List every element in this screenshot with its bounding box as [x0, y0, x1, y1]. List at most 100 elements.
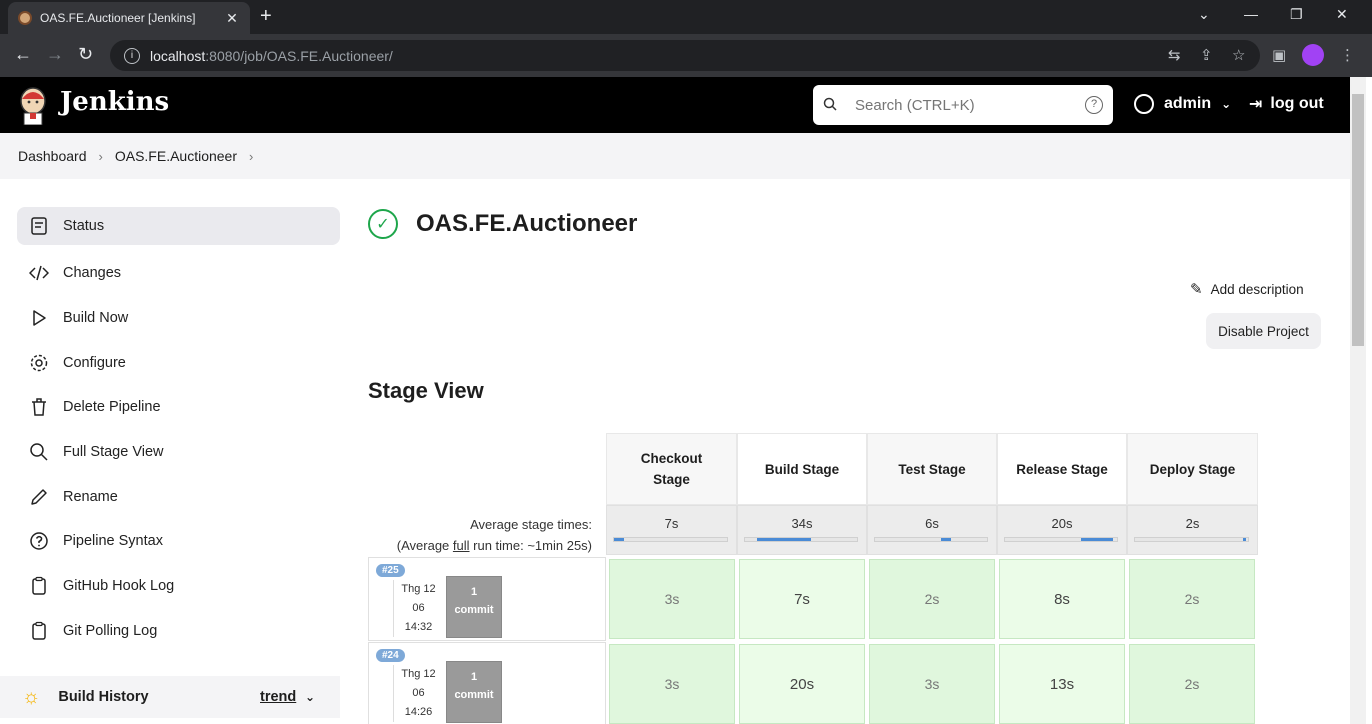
- sidebar-item-label: Status: [63, 218, 105, 234]
- stage-name: Stage: [653, 472, 690, 487]
- avg-time: 2s: [1185, 516, 1200, 531]
- avg-cell-checkout: 7s: [606, 505, 737, 555]
- code-icon: [29, 266, 49, 281]
- gear-icon: [30, 354, 48, 371]
- commit-count-box[interactable]: 1 commit: [446, 661, 502, 723]
- commit-count-box[interactable]: 1 commit: [446, 576, 502, 638]
- sidebar-item-git-polling-log[interactable]: Git Polling Log: [17, 609, 340, 654]
- build-number-badge[interactable]: #25: [376, 564, 405, 577]
- address-bar[interactable]: i localhost:8080/job/OAS.FE.Auctioneer/: [110, 40, 1260, 71]
- build-number-badge[interactable]: #24: [376, 649, 405, 662]
- logout-link[interactable]: ⇥ log out: [1249, 94, 1324, 114]
- stage-cell[interactable]: 3s: [869, 644, 995, 724]
- url-host: localhost: [150, 47, 206, 64]
- stage-cell[interactable]: 3s: [609, 644, 735, 724]
- stage-name: Test Stage: [898, 461, 966, 477]
- trend-link[interactable]: trend: [260, 689, 296, 705]
- share-icon[interactable]: ⇪: [1200, 46, 1213, 64]
- url-path: :8080/job/OAS.FE.Auctioneer/: [205, 47, 393, 64]
- stage-cell[interactable]: 8s: [999, 559, 1125, 639]
- translate-icon[interactable]: ⇆: [1168, 46, 1181, 64]
- sidebar-item-rename[interactable]: Rename: [17, 474, 340, 519]
- site-info-icon[interactable]: i: [124, 47, 140, 64]
- chevron-down-icon: ⌄: [1221, 97, 1232, 111]
- stage-cell[interactable]: 3s: [609, 559, 735, 639]
- stage-cell[interactable]: 2s: [869, 559, 995, 639]
- forward-icon[interactable]: →: [46, 44, 64, 64]
- avg-progress-bar: [744, 537, 858, 542]
- add-description-link[interactable]: ✎ Add description: [1190, 280, 1304, 298]
- sidebar-item-label: GitHub Hook Log: [63, 578, 175, 595]
- weather-sunny-icon: ☼: [22, 685, 41, 708]
- avg-cell-test: 6s: [867, 505, 997, 555]
- sidebar-item-github-hook-log[interactable]: GitHub Hook Log: [17, 564, 340, 609]
- user-menu[interactable]: admin ⌄: [1134, 94, 1231, 114]
- browser-tabstrip: OAS.FE.Auctioneer [Jenkins] ✕ + ⌄ — ❐ ✕: [0, 0, 1372, 34]
- sidebar-item-full-stage-view[interactable]: Full Stage View: [17, 430, 340, 475]
- sidebar-item-label: Delete Pipeline: [63, 399, 161, 416]
- breadcrumb-dashboard[interactable]: Dashboard: [18, 148, 87, 164]
- add-description-label: Add description: [1210, 281, 1304, 297]
- avg-cell-release: 20s: [997, 505, 1127, 555]
- logout-icon: ⇥: [1249, 96, 1263, 113]
- sidebar-item-label: Configure: [63, 354, 126, 371]
- sidebar-item-label: Rename: [63, 488, 118, 505]
- disable-project-button[interactable]: Disable Project: [1206, 313, 1321, 349]
- side-panel-icon[interactable]: ▣: [1272, 46, 1286, 64]
- sidebar-item-configure[interactable]: Configure: [17, 340, 340, 385]
- build-date: Thg 12 06 14:32: [393, 580, 443, 637]
- stage-cell[interactable]: 20s: [739, 644, 865, 724]
- avg-time: 6s: [925, 516, 939, 531]
- build-history-header[interactable]: ☼ Build History trend ⌄: [0, 676, 340, 718]
- restore-icon[interactable]: ❐: [1290, 6, 1303, 23]
- stage-cell[interactable]: 7s: [739, 559, 865, 639]
- tab-search-icon[interactable]: ⌄: [1198, 6, 1210, 23]
- page-title: ✓ OAS.FE.Auctioneer: [368, 209, 637, 239]
- search-box[interactable]: ?: [813, 85, 1113, 125]
- user-icon: [1134, 94, 1154, 114]
- project-name: OAS.FE.Auctioneer: [416, 210, 638, 237]
- close-window-icon[interactable]: ✕: [1336, 6, 1348, 23]
- sidebar-item-build-now[interactable]: Build Now: [17, 296, 340, 341]
- browser-toolbar: ← → ↻ i localhost:8080/job/OAS.FE.Auctio…: [0, 34, 1372, 77]
- stage-header-release: Release Stage: [997, 433, 1127, 505]
- stage-header-checkout: Checkout Stage: [606, 433, 737, 505]
- reload-icon[interactable]: ↻: [78, 44, 93, 64]
- chevron-right-icon[interactable]: ›: [249, 149, 253, 164]
- stage-cell[interactable]: 2s: [1129, 559, 1255, 639]
- breadcrumb-project[interactable]: OAS.FE.Auctioneer: [115, 148, 237, 164]
- avg-progress-bar: [874, 537, 988, 542]
- help-icon: [30, 532, 48, 551]
- new-tab-icon[interactable]: +: [260, 6, 272, 26]
- sidebar-item-label: Git Polling Log: [63, 622, 158, 639]
- avg-cell-build: 34s: [737, 505, 867, 555]
- close-tab-icon[interactable]: ✕: [224, 10, 240, 27]
- pencil-icon: ✎: [1190, 281, 1203, 298]
- sidebar-item-changes[interactable]: Changes: [17, 251, 340, 296]
- bookmark-star-icon[interactable]: ☆: [1232, 46, 1245, 64]
- stage-header-deploy: Deploy Stage: [1127, 433, 1258, 505]
- scrollbar-thumb[interactable]: [1352, 94, 1364, 346]
- browser-tab[interactable]: OAS.FE.Auctioneer [Jenkins] ✕: [8, 2, 250, 34]
- browser-menu-icon[interactable]: ⋮: [1340, 46, 1355, 64]
- sidebar: Status Changes Build Now Configure Delet…: [17, 207, 340, 653]
- sidebar-item-pipeline-syntax[interactable]: Pipeline Syntax: [17, 519, 340, 564]
- jenkins-logo-icon[interactable]: [18, 85, 48, 125]
- chevron-down-icon[interactable]: ⌄: [305, 690, 315, 704]
- stage-cell[interactable]: 2s: [1129, 644, 1255, 724]
- stage-cell[interactable]: 13s: [999, 644, 1125, 724]
- minimize-icon[interactable]: —: [1244, 6, 1258, 22]
- profile-avatar[interactable]: [1302, 44, 1324, 66]
- user-name: admin: [1164, 95, 1212, 112]
- search-input[interactable]: [855, 96, 1085, 114]
- avg-progress-bar: [1134, 537, 1249, 542]
- full-run-time-link[interactable]: full: [453, 538, 470, 553]
- avg-time: 7s: [664, 516, 679, 531]
- search-help-icon[interactable]: ?: [1085, 96, 1103, 114]
- jenkins-brand[interactable]: Jenkins: [60, 87, 169, 117]
- sidebar-item-status[interactable]: Status: [17, 207, 340, 245]
- sidebar-item-delete-pipeline[interactable]: Delete Pipeline: [17, 385, 340, 430]
- sidebar-item-label: Full Stage View: [63, 444, 164, 461]
- back-icon[interactable]: ←: [14, 44, 32, 64]
- build-row-label: #24 Thg 12 06 14:26 1 commit: [368, 642, 606, 724]
